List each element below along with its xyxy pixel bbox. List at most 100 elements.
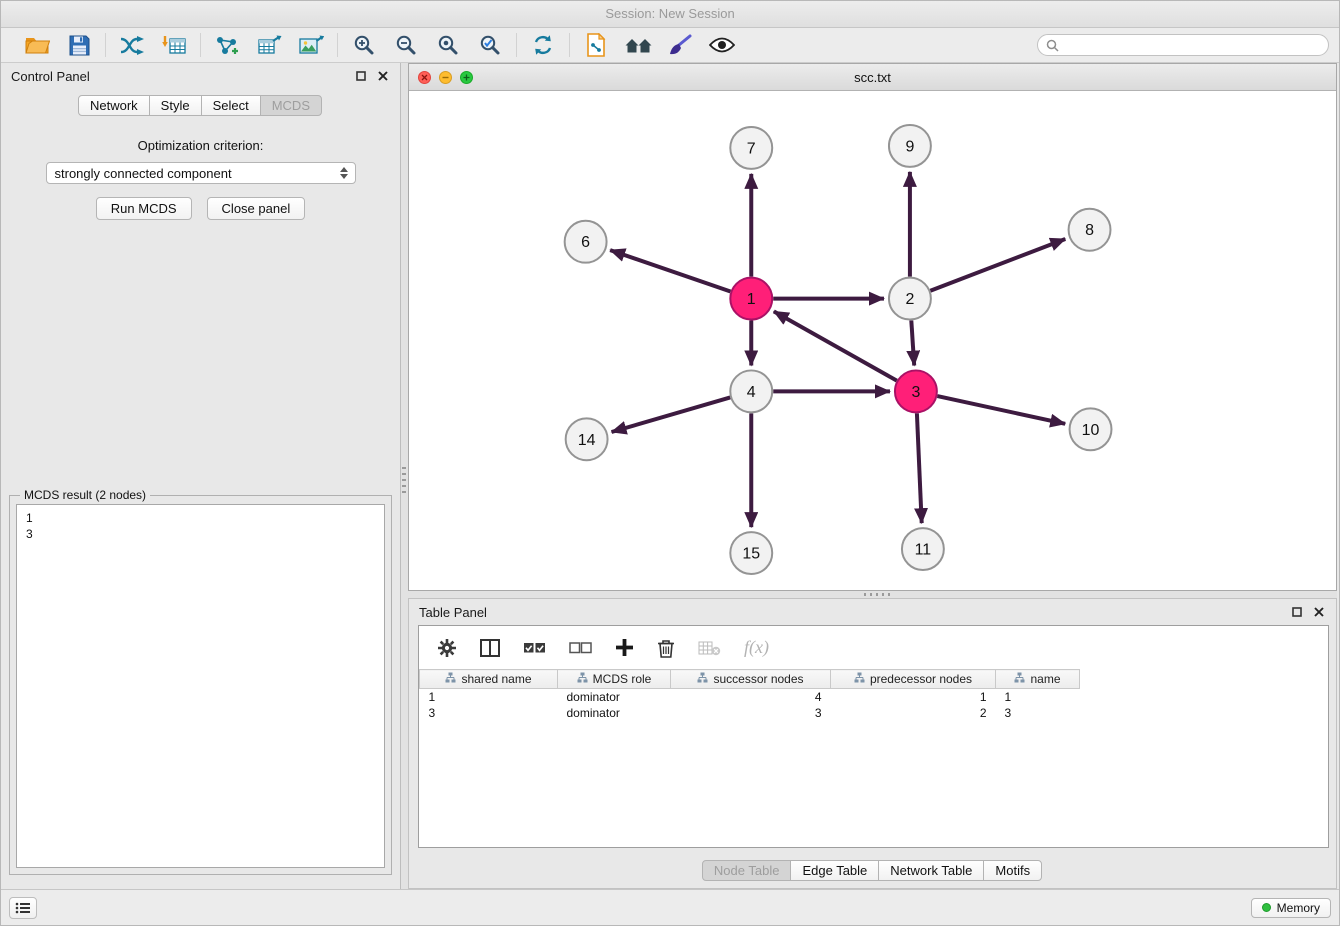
table-row[interactable]: 1dominator411 [420, 689, 1329, 705]
tab-mcds[interactable]: MCDS [260, 95, 322, 116]
graph-edge-2-3[interactable] [911, 321, 914, 366]
close-window-button[interactable] [418, 71, 431, 84]
graph-node-8[interactable]: 8 [1069, 209, 1111, 251]
task-history-button[interactable] [9, 897, 37, 919]
graph-edge-1-6[interactable] [610, 250, 730, 291]
graph-edge-3-1[interactable] [774, 311, 897, 380]
zoom-out-icon [395, 34, 417, 56]
graph-node-9[interactable]: 9 [889, 125, 931, 167]
table-cell[interactable]: 2 [831, 705, 996, 721]
table-panel-header: Table Panel [409, 599, 1336, 625]
graph-edge-4-14[interactable] [612, 397, 731, 432]
table-cell[interactable]: dominator [558, 689, 671, 705]
table-panel-title: Table Panel [419, 605, 487, 620]
close-panel-button[interactable] [376, 69, 390, 83]
run-mcds-button[interactable]: Run MCDS [96, 197, 192, 220]
column-header-name[interactable]: name [996, 670, 1080, 689]
delete-rows-button[interactable] [655, 636, 677, 660]
mcds-result-list[interactable]: 13 [16, 504, 385, 868]
column-header-MCDS-role[interactable]: MCDS role [558, 670, 671, 689]
open-file-button[interactable] [20, 31, 54, 59]
table-cell[interactable]: 1 [996, 689, 1080, 705]
import-table-button[interactable] [157, 31, 191, 59]
zoom-fit-button[interactable] [431, 31, 465, 59]
zoom-selected-button[interactable] [473, 31, 507, 59]
export-table-button[interactable] [252, 31, 286, 59]
memory-button[interactable]: Memory [1251, 898, 1331, 918]
graph-node-6[interactable]: 6 [565, 221, 607, 263]
save-session-button[interactable] [62, 31, 96, 59]
table-cell[interactable]: 3 [996, 705, 1080, 721]
tab-network[interactable]: Network [78, 95, 150, 116]
select-all-button[interactable] [521, 639, 548, 657]
tab-network-table[interactable]: Network Table [878, 860, 984, 881]
network-window-titlebar[interactable]: scc.txt [409, 64, 1336, 91]
apply-layout-button[interactable] [526, 31, 560, 59]
table-cell[interactable]: 4 [671, 689, 831, 705]
float-window-icon [1292, 607, 1302, 617]
column-header-successor-nodes[interactable]: successor nodes [671, 670, 831, 689]
network-document-button[interactable] [579, 31, 613, 59]
vertical-splitter[interactable] [401, 63, 408, 889]
table-cell[interactable]: 3 [420, 705, 558, 721]
zoom-out-button[interactable] [389, 31, 423, 59]
table-settings-button[interactable] [435, 636, 459, 660]
optimization-criterion-select[interactable]: strongly connected component [46, 162, 356, 184]
column-header-predecessor-nodes[interactable]: predecessor nodes [831, 670, 996, 689]
show-hide-button[interactable] [705, 31, 739, 59]
table-cell[interactable]: 1 [831, 689, 996, 705]
view-group [570, 31, 748, 59]
network-canvas[interactable]: 7 9 6 8 1 2 4 3 14 10 15 11 [409, 91, 1336, 590]
close-panel-action-button[interactable]: Close panel [207, 197, 306, 220]
graph-node-1[interactable]: 1 [730, 278, 772, 320]
minimize-window-button[interactable] [439, 71, 452, 84]
deselect-all-button[interactable] [567, 639, 594, 657]
tab-select[interactable]: Select [201, 95, 261, 116]
tab-node-table[interactable]: Node Table [702, 860, 792, 881]
search-field[interactable] [1037, 34, 1329, 56]
close-table-panel-button[interactable] [1312, 605, 1326, 619]
control-panel: Control Panel Network Style Select MCDS … [1, 63, 401, 889]
tab-edge-table[interactable]: Edge Table [790, 860, 879, 881]
import-network-button[interactable] [115, 31, 149, 59]
new-network-button[interactable] [210, 31, 244, 59]
show-columns-button[interactable] [478, 637, 502, 659]
float-table-panel-button[interactable] [1290, 605, 1304, 619]
home-button[interactable] [621, 31, 655, 59]
style-brush-button[interactable] [663, 31, 697, 59]
graph-node-2[interactable]: 2 [889, 278, 931, 320]
graph-node-14[interactable]: 14 [566, 418, 608, 460]
network-window-title: scc.txt [409, 70, 1336, 85]
table-cell[interactable]: 3 [671, 705, 831, 721]
graph-node-11[interactable]: 11 [902, 528, 944, 570]
table-header-row: shared name MCDS rolesuccessor nodesprede… [420, 670, 1329, 689]
table-cell[interactable]: 1 [420, 689, 558, 705]
memory-label: Memory [1277, 901, 1320, 915]
tab-style[interactable]: Style [149, 95, 202, 116]
table-cell[interactable]: dominator [558, 705, 671, 721]
graph-edge-2-8[interactable] [930, 239, 1065, 291]
table-panel: Table Panel [408, 598, 1337, 889]
graph-node-15[interactable]: 15 [730, 532, 772, 574]
search-input[interactable] [1064, 38, 1320, 52]
table-row[interactable]: 3dominator323 [420, 705, 1329, 721]
graph-node-7[interactable]: 7 [730, 127, 772, 169]
column-header-shared-name[interactable]: shared name [420, 670, 558, 689]
function-builder-button[interactable]: f(x) [742, 635, 771, 660]
float-panel-button[interactable] [354, 69, 368, 83]
horizontal-splitter[interactable] [408, 591, 1337, 598]
home-icon [625, 36, 652, 55]
add-row-button[interactable] [613, 636, 636, 659]
graph-edge-3-11[interactable] [917, 413, 922, 523]
graph-node-3[interactable]: 3 [895, 370, 937, 412]
column-header-label: shared name [461, 672, 531, 686]
window-titlebar[interactable]: Session: New Session [1, 1, 1339, 28]
graph-node-4[interactable]: 4 [730, 370, 772, 412]
export-image-button[interactable] [294, 31, 328, 59]
maximize-window-button[interactable] [460, 71, 473, 84]
zoom-in-button[interactable] [347, 31, 381, 59]
tab-motifs[interactable]: Motifs [983, 860, 1042, 881]
graph-node-10[interactable]: 10 [1070, 408, 1112, 450]
graph-edge-3-10[interactable] [937, 396, 1065, 424]
delete-table-button[interactable] [696, 638, 723, 658]
